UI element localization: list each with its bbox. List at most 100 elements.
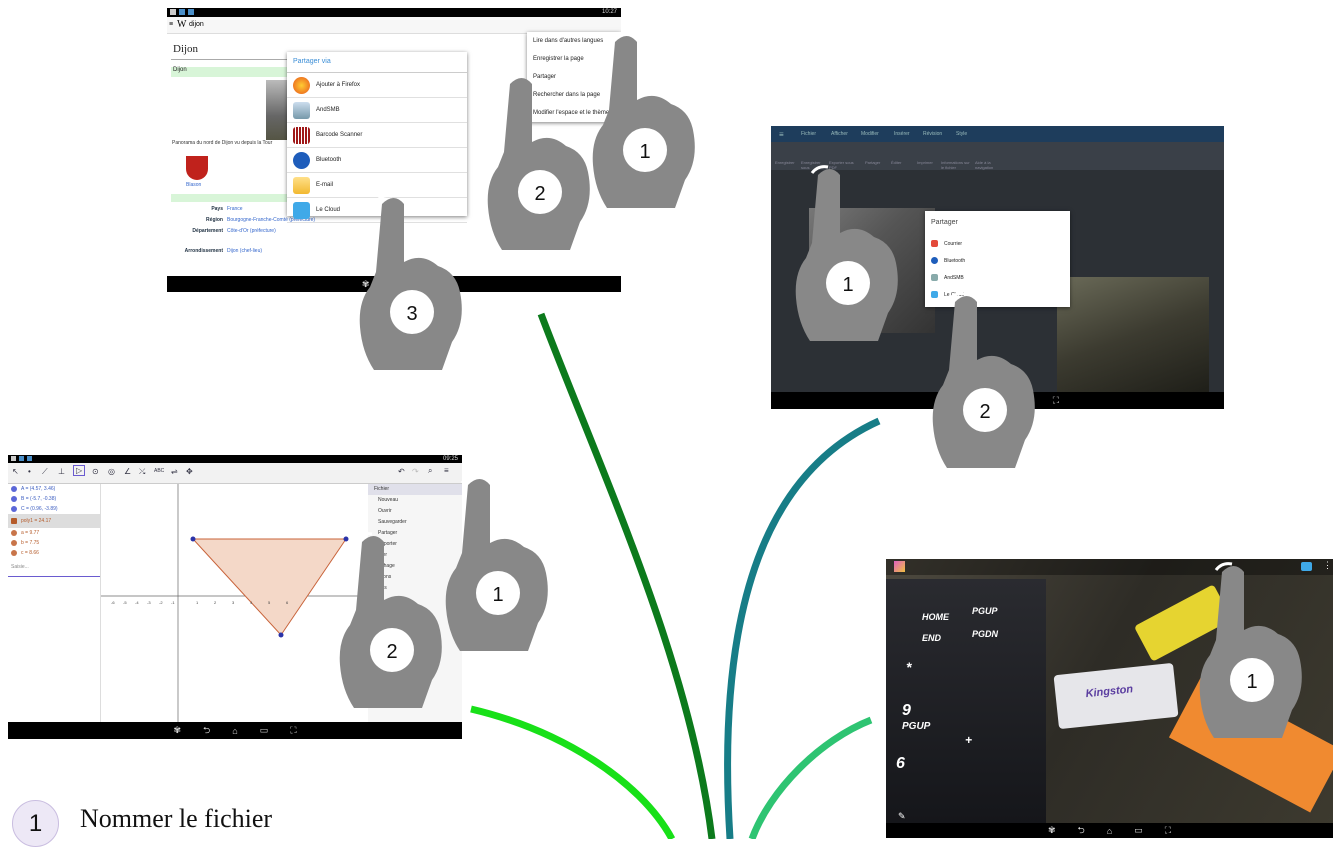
circle3-tool-icon[interactable]: ◎ xyxy=(108,467,115,476)
move-view-tool-icon[interactable]: ✥ xyxy=(186,467,193,476)
algebra-item[interactable]: c = 8.66 xyxy=(21,550,39,556)
axis-tick-label: 3 xyxy=(232,600,235,605)
share-item-bluetooth[interactable]: Bluetooth xyxy=(925,252,1070,269)
back-icon[interactable]: ⮌ xyxy=(1078,823,1085,839)
slider-tool-icon[interactable]: ⇌ xyxy=(171,467,178,476)
info-value[interactable]: Côte-d'Or (préfecture) xyxy=(227,228,287,248)
hamburger-icon[interactable]: ≡ xyxy=(779,130,784,139)
share-dialog-title: Partager via xyxy=(287,52,467,73)
more-icon[interactable]: ⋮ xyxy=(1323,560,1332,571)
legend-text: Nommer le fichier xyxy=(80,804,273,833)
panorama-caption: Panorama du nord de Dijon vu depuis la T… xyxy=(172,140,273,146)
share-item-label: Bluetooth xyxy=(316,157,342,163)
key-label: * xyxy=(906,659,912,675)
branch-mid-green xyxy=(748,716,873,839)
triangle-polygon xyxy=(191,538,347,636)
polygon-tool-icon[interactable]: ▷ xyxy=(73,465,86,476)
tab-fichier[interactable]: Fichier xyxy=(801,131,816,137)
recent-apps-icon[interactable]: ▭ xyxy=(260,725,269,736)
url-text: dijon xyxy=(189,21,204,28)
undo-icon[interactable]: ↶ xyxy=(398,467,405,476)
panorama-image xyxy=(266,80,288,140)
algebra-input[interactable]: Saisie... xyxy=(8,558,100,577)
home-icon[interactable]: ⌂ xyxy=(232,726,237,736)
text-tool-icon[interactable]: ABC xyxy=(154,468,164,474)
perpendicular-tool-icon[interactable]: ⊥ xyxy=(58,467,65,476)
branch-teal xyxy=(724,417,881,839)
circle-tool-icon[interactable]: ⊙ xyxy=(92,467,99,476)
toolbar-info[interactable]: Informations sur le fichier xyxy=(941,160,971,170)
screenshot-icon[interactable]: ⛶ xyxy=(290,725,296,736)
coat-of-arms xyxy=(186,156,208,180)
axis-tick-label: -6 xyxy=(111,600,115,605)
share-item-bluetooth[interactable]: Bluetooth xyxy=(287,148,467,173)
graphics-view[interactable]: -6 -5 -4 -3 -2 -1 1 2 3 4 5 6 xyxy=(101,484,369,722)
algebra-item[interactable]: C = (0.96, -3.89) xyxy=(21,506,58,512)
status-bar: 09:25 xyxy=(8,455,462,463)
key-label: PGUP xyxy=(972,606,998,616)
share-item-label: AndSMB xyxy=(944,274,964,281)
point-B xyxy=(190,536,196,542)
line-tool-icon[interactable]: ⟋ xyxy=(42,467,48,477)
geogebra-toolbar: ↖ • ⟋ ⊥ ▷ ⊙ ◎ ∠ ⤯ ABC ⇌ ✥ ↶ ↷ ⌕ ≡ xyxy=(8,463,462,484)
share-item-label: E-mail xyxy=(316,182,334,188)
toolbar-print[interactable]: Imprimer xyxy=(917,160,933,165)
point-tool-icon[interactable]: • xyxy=(28,467,31,476)
key-label: HOME xyxy=(922,612,949,622)
algebra-item[interactable]: b = 7.75 xyxy=(21,540,39,546)
page-title: Dijon xyxy=(173,43,199,55)
angle-tool-icon[interactable]: ∠ xyxy=(124,467,131,476)
nav-bar: ✾ ⮌ ⌂ ▭ ⛶ xyxy=(886,823,1333,838)
app-icon[interactable]: ✾ xyxy=(1048,825,1056,836)
share-item-courrier[interactable]: Courrier xyxy=(925,235,1070,252)
menu-icon[interactable]: ≡ xyxy=(169,21,173,28)
tab-modifier[interactable]: Modifier xyxy=(861,131,879,137)
tab-inserer[interactable]: Insérer xyxy=(894,131,910,137)
gallery-icon[interactable] xyxy=(894,561,905,572)
hand-step-number: 2 xyxy=(386,641,397,663)
algebra-item[interactable]: a = 9.77 xyxy=(21,530,39,536)
reflect-tool-icon[interactable]: ⤯ xyxy=(139,467,145,477)
share-item-label: Barcode Scanner xyxy=(316,132,363,138)
tab-style[interactable]: Style xyxy=(956,131,967,137)
toolbar-nav-help[interactable]: Aide à la navigation xyxy=(975,160,1003,170)
tab-revision[interactable]: Révision xyxy=(923,131,942,137)
barcode-icon xyxy=(293,126,310,144)
move-tool-icon[interactable]: ↖ xyxy=(12,467,19,476)
search-icon[interactable]: ⌕ xyxy=(428,466,432,476)
share-item-andsmb[interactable]: AndSMB xyxy=(287,98,467,123)
office-share-title: Partager xyxy=(931,219,958,226)
screenshot-icon[interactable]: ⛶ xyxy=(1053,395,1059,406)
coat-label[interactable]: Blason xyxy=(186,182,201,188)
axis-tick-label: -4 xyxy=(135,600,139,605)
photo-right xyxy=(1057,277,1209,394)
info-value[interactable]: France xyxy=(227,206,243,217)
info-value[interactable]: Dijon (chef-lieu) xyxy=(227,248,267,268)
redo-icon[interactable]: ↷ xyxy=(412,467,419,476)
recent-apps-icon[interactable]: ▭ xyxy=(1134,825,1143,836)
app-icon[interactable]: ✾ xyxy=(173,725,181,736)
pointing-hand-icon: 2 xyxy=(487,74,590,250)
tab-afficher[interactable]: Afficher xyxy=(831,131,848,137)
axis-tick-label: 1 xyxy=(196,600,199,605)
share-item-label: Ajouter à Firefox xyxy=(316,82,361,88)
algebra-item[interactable]: B = (-5.7, -0.38) xyxy=(21,496,56,502)
edit-pencil-icon[interactable]: ✎ xyxy=(898,811,906,822)
key-label: END xyxy=(922,633,942,643)
axis-tick-label: -5 xyxy=(123,600,127,605)
share-item-firefox[interactable]: Ajouter à Firefox xyxy=(287,73,467,98)
pointing-hand-icon: 1 xyxy=(592,32,695,208)
bluetooth-icon xyxy=(931,257,938,264)
branch-dark-green xyxy=(537,312,716,839)
screenshot-icon[interactable]: ⛶ xyxy=(1165,825,1171,836)
share-item-andsmb[interactable]: AndSMB xyxy=(925,269,1070,286)
back-icon[interactable]: ⮌ xyxy=(203,723,210,739)
nav-bar: ✾ ⮌ ⌂ ▭ ⛶ xyxy=(8,722,462,739)
share-item-barcode[interactable]: Barcode Scanner xyxy=(287,123,467,148)
hand-step-number: 3 xyxy=(406,303,417,325)
cloud-icon xyxy=(293,201,310,219)
mail-icon xyxy=(931,240,938,247)
home-icon[interactable]: ⌂ xyxy=(1107,826,1112,836)
algebra-item[interactable]: poly1 = 24.17 xyxy=(21,518,51,524)
algebra-item[interactable]: A = (4.57, 3.46) xyxy=(21,486,55,492)
